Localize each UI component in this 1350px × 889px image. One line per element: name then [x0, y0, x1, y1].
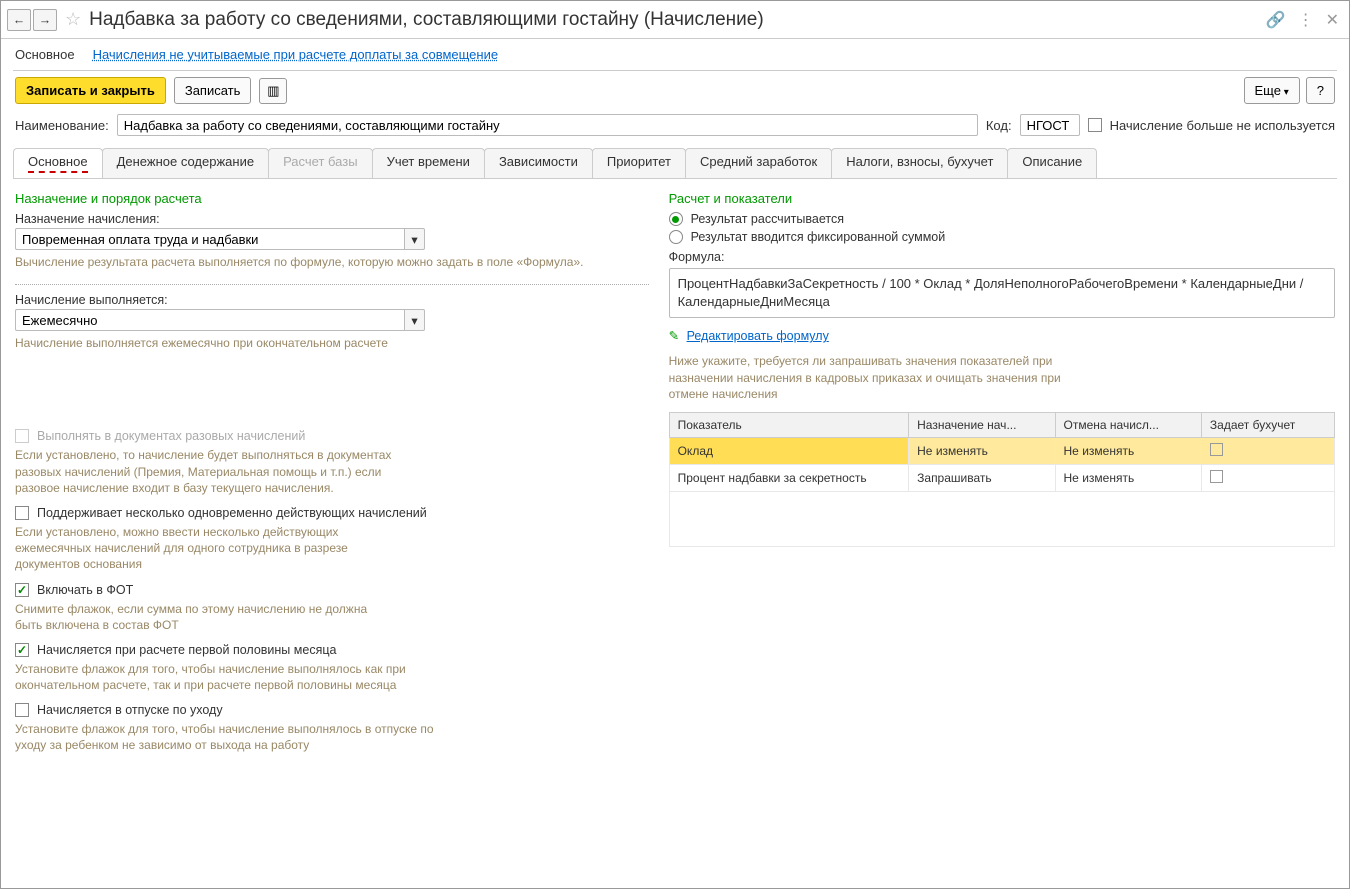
perform-dropdown[interactable]: [15, 309, 405, 331]
chk4-help: Установите флажок для того, чтобы начисл…: [15, 661, 435, 693]
th-assign[interactable]: Назначение нач...: [909, 412, 1055, 437]
edit-formula-link[interactable]: Редактировать формулу: [687, 329, 829, 343]
forward-button[interactable]: →: [33, 9, 57, 31]
chk-fot[interactable]: [15, 583, 29, 597]
chk5-help: Установите флажок для того, чтобы начисл…: [15, 721, 435, 753]
name-label: Наименование:: [15, 118, 109, 133]
not-used-checkbox[interactable]: [1088, 118, 1102, 132]
code-label: Код:: [986, 118, 1012, 133]
purpose-dropdown-button[interactable]: ▾: [405, 228, 425, 250]
radio-fixed[interactable]: [669, 230, 683, 244]
chk-multiple[interactable]: [15, 506, 29, 520]
kebab-icon[interactable]: ⋮: [1298, 10, 1314, 30]
tab-priority[interactable]: Приоритет: [592, 148, 686, 178]
chk1-help: Если установлено, то начисление будет вы…: [15, 447, 395, 496]
tab-avg[interactable]: Средний заработок: [685, 148, 832, 178]
tab-main[interactable]: Основное: [13, 148, 103, 178]
more-button[interactable]: Еще: [1244, 77, 1300, 104]
chk3-help: Снимите флажок, если сумма по этому начи…: [15, 601, 395, 633]
tab-desc[interactable]: Описание: [1007, 148, 1097, 178]
perform-help: Начисление выполняется ежемесячно при ок…: [15, 335, 649, 351]
formula-box: ПроцентНадбавкиЗаСекретность / 100 * Окл…: [669, 268, 1335, 318]
tab-money[interactable]: Денежное содержание: [102, 148, 269, 178]
th-indicator[interactable]: Показатель: [669, 412, 909, 437]
chk2-help: Если установлено, можно ввести несколько…: [15, 524, 395, 573]
back-button[interactable]: ←: [7, 9, 31, 31]
chk-leave[interactable]: [15, 703, 29, 717]
row-acc-checkbox[interactable]: [1210, 443, 1223, 456]
section-purpose: Назначение и порядок расчета: [15, 191, 649, 206]
tab-deps[interactable]: Зависимости: [484, 148, 593, 178]
chk-multiple-label: Поддерживает несколько одновременно дейс…: [37, 506, 427, 520]
help-button[interactable]: ?: [1306, 77, 1335, 104]
indicators-table: Показатель Назначение нач... Отмена начи…: [669, 412, 1335, 547]
name-input[interactable]: [117, 114, 978, 136]
chk-firsthalf[interactable]: [15, 643, 29, 657]
code-input[interactable]: [1020, 114, 1080, 136]
radio-calculated[interactable]: [669, 212, 683, 226]
close-icon[interactable]: ✕: [1326, 10, 1339, 30]
window-title: Надбавка за работу со сведениями, состав…: [89, 9, 764, 31]
chk-fot-label: Включать в ФОТ: [37, 583, 133, 597]
table-row[interactable]: Процент надбавки за секретность Запрашив…: [669, 464, 1334, 491]
radio-calculated-label: Результат рассчитывается: [691, 212, 844, 226]
indicators-help: Ниже укажите, требуется ли запрашивать з…: [669, 353, 1089, 402]
subnav-link[interactable]: Начисления не учитываемые при расчете до…: [93, 47, 499, 62]
subnav-main[interactable]: Основное: [15, 47, 75, 62]
tab-base[interactable]: Расчет базы: [268, 148, 373, 178]
save-close-button[interactable]: Записать и закрыть: [15, 77, 166, 104]
section-calc: Расчет и показатели: [669, 191, 1335, 206]
th-acc[interactable]: Задает бухучет: [1201, 412, 1334, 437]
chk-onetime-label: Выполнять в документах разовых начислени…: [37, 429, 305, 443]
save-button[interactable]: Записать: [174, 77, 252, 104]
favorite-icon[interactable]: ☆: [65, 9, 81, 30]
tab-tax[interactable]: Налоги, взносы, бухучет: [831, 148, 1008, 178]
th-cancel[interactable]: Отмена начисл...: [1055, 412, 1201, 437]
chk-onetime: [15, 429, 29, 443]
pencil-icon: ✎: [669, 329, 679, 343]
row-acc-checkbox[interactable]: [1210, 470, 1223, 483]
chk-firsthalf-label: Начисляется при расчете первой половины …: [37, 643, 336, 657]
tab-time[interactable]: Учет времени: [372, 148, 485, 178]
radio-fixed-label: Результат вводится фиксированной суммой: [691, 230, 946, 244]
perform-dropdown-button[interactable]: ▾: [405, 309, 425, 331]
list-icon-button[interactable]: ▥: [259, 78, 287, 104]
table-empty: [669, 491, 1334, 546]
purpose-dropdown[interactable]: [15, 228, 405, 250]
perform-label: Начисление выполняется:: [15, 293, 649, 307]
link-icon[interactable]: 🔗: [1266, 10, 1286, 30]
formula-label: Формула:: [669, 250, 1335, 264]
purpose-label: Назначение начисления:: [15, 212, 649, 226]
table-row[interactable]: Оклад Не изменять Не изменять: [669, 437, 1334, 464]
chk-leave-label: Начисляется в отпуске по уходу: [37, 703, 223, 717]
not-used-label: Начисление больше не используется: [1110, 118, 1335, 133]
purpose-help: Вычисление результата расчета выполняетс…: [15, 254, 649, 270]
